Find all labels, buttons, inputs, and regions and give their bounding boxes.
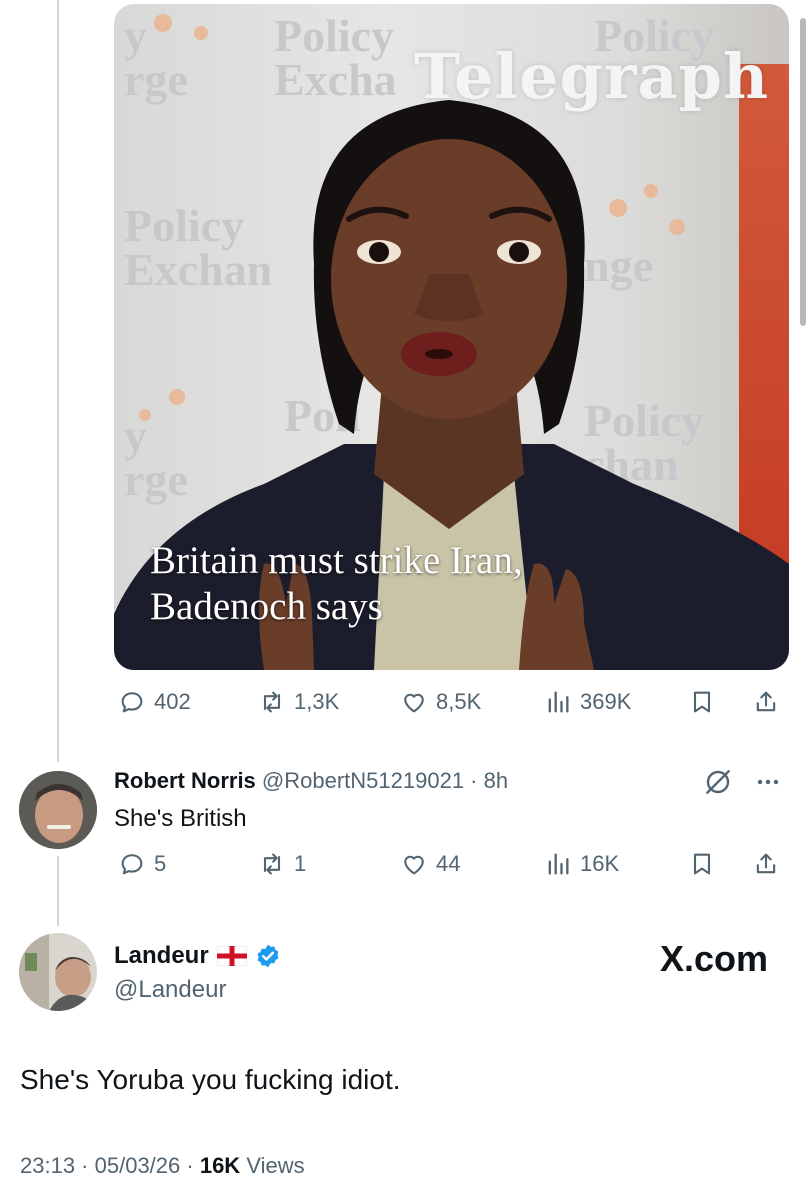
headline-line-2: Badenoch says xyxy=(150,585,383,628)
views-button[interactable]: 16K xyxy=(544,850,619,878)
separator: · xyxy=(75,1153,95,1178)
retweet-button[interactable]: 1 xyxy=(258,850,306,878)
reply-header: Robert Norris @RobertN51219021 · 8h xyxy=(114,768,508,794)
thread-line-top xyxy=(57,0,59,762)
reply-count: 402 xyxy=(154,689,191,714)
share-icon xyxy=(756,691,776,712)
scrollbar[interactable] xyxy=(800,18,806,326)
like-button[interactable]: 44 xyxy=(400,850,460,878)
tweet-date[interactable]: 05/03/26 xyxy=(95,1153,181,1178)
bookmark-button[interactable] xyxy=(688,688,716,716)
views-label: Views xyxy=(246,1153,305,1178)
more-icon[interactable] xyxy=(752,770,784,794)
bookmark-icon xyxy=(693,691,711,713)
x-com-watermark: X.com xyxy=(659,938,768,979)
tweet-text: She's Yoruba you fucking idiot. xyxy=(20,1064,401,1095)
handle[interactable]: @RobertN51219021 xyxy=(262,768,464,793)
share-button[interactable] xyxy=(752,688,780,716)
reply-text: She's British xyxy=(114,805,247,832)
tweet-meta: 23:13 · 05/03/26 · 16K Views xyxy=(20,1153,305,1179)
reply-icon xyxy=(121,692,143,713)
views-count: 369K xyxy=(580,689,632,714)
retweet-button[interactable]: 1,3K xyxy=(258,688,339,716)
tweet-time[interactable]: 23:13 xyxy=(20,1153,75,1178)
like-button[interactable]: 8,5K xyxy=(400,688,481,716)
retweet-count: 1,3K xyxy=(294,689,340,714)
bookmark-icon xyxy=(693,853,711,875)
reply-icon xyxy=(121,854,143,875)
reply-button[interactable]: 402 xyxy=(118,688,191,716)
heart-icon xyxy=(404,693,424,713)
timestamp[interactable]: 8h xyxy=(484,768,508,793)
views-count: 16K xyxy=(580,851,620,876)
like-count: 8,5K xyxy=(436,689,482,714)
article-headline: Britain must strike Iran, Badenoch says xyxy=(150,538,750,630)
telegraph-masthead: Telegraph xyxy=(414,40,770,113)
views-button[interactable]: 369K xyxy=(544,688,631,716)
grok-icon[interactable] xyxy=(702,766,734,798)
like-count: 44 xyxy=(436,851,461,876)
reply-button[interactable]: 5 xyxy=(118,850,166,878)
share-button[interactable] xyxy=(752,850,780,878)
handle[interactable]: @Landeur xyxy=(114,976,226,1004)
heart-icon xyxy=(404,855,424,875)
article-card[interactable]: y rge Policy Excha Policy Policy Exchan nge… xyxy=(114,4,789,670)
avatar[interactable] xyxy=(19,771,97,849)
reply-count: 5 xyxy=(154,851,167,876)
separator: · xyxy=(464,768,484,793)
main-author: Landeur xyxy=(114,942,281,970)
headline-line-1: Britain must strike Iran, xyxy=(150,539,523,582)
retweet-icon xyxy=(263,853,281,875)
retweet-icon xyxy=(263,691,281,713)
verified-badge-icon xyxy=(257,944,279,968)
thread-line-middle xyxy=(57,856,59,926)
retweet-count: 1 xyxy=(294,851,307,876)
separator: · xyxy=(180,1153,200,1178)
avatar-photo xyxy=(19,771,97,849)
avatar-photo xyxy=(19,933,97,1011)
england-flag-icon xyxy=(216,946,247,966)
views-count: 16K xyxy=(199,1153,241,1178)
display-name[interactable]: Robert Norris xyxy=(114,768,256,793)
share-icon xyxy=(756,853,776,874)
display-name[interactable]: Landeur xyxy=(114,942,209,970)
avatar[interactable] xyxy=(19,933,97,1011)
views-icon xyxy=(548,691,569,713)
views-icon xyxy=(548,853,569,875)
bookmark-button[interactable] xyxy=(688,850,716,878)
